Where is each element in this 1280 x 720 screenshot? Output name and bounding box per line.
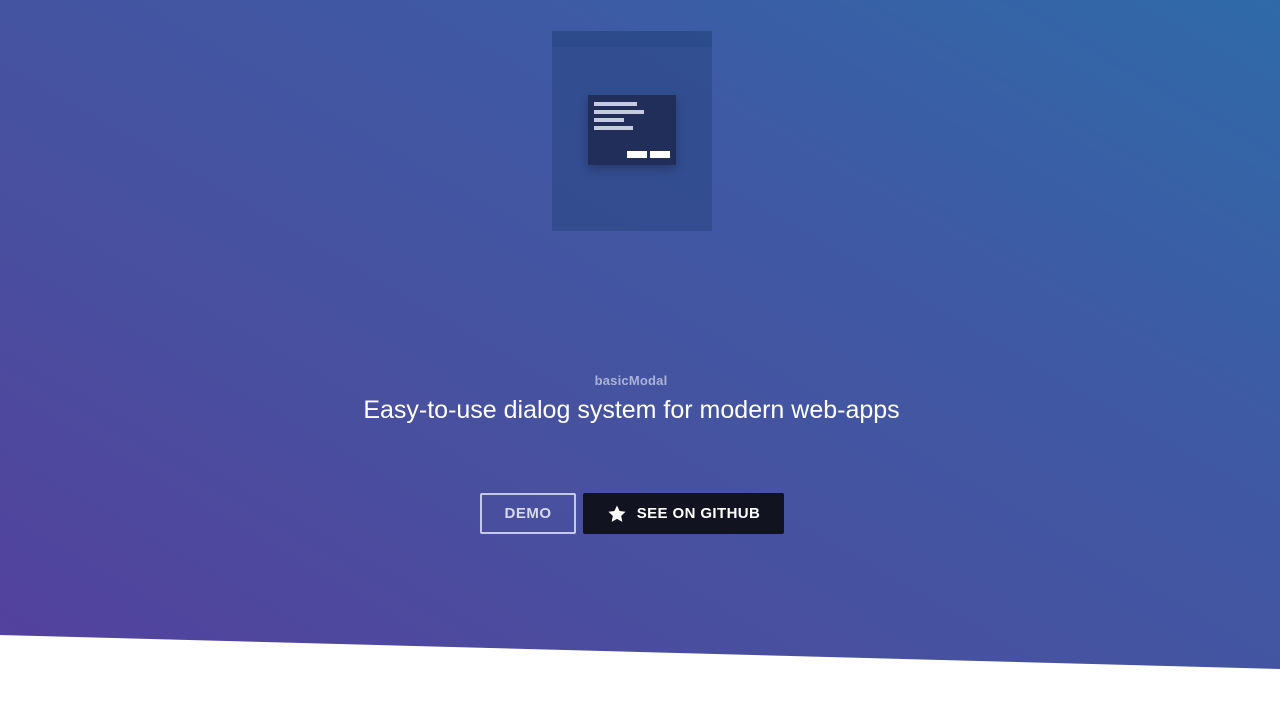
illustration-button (650, 151, 670, 158)
illustration-text-line (594, 110, 644, 114)
illustration-text-line (594, 118, 624, 122)
illustration-dialog (588, 95, 676, 165)
modal-illustration (552, 31, 712, 231)
app-name: basicModal (594, 373, 668, 388)
star-icon (607, 504, 627, 524)
demo-button[interactable]: DEMO (480, 493, 576, 534)
illustration-text-line (594, 102, 637, 106)
illustration-text-line (594, 126, 633, 130)
github-button[interactable]: SEE ON GITHUB (583, 493, 784, 534)
illustration-button (627, 151, 647, 158)
demo-button-label: DEMO (504, 505, 552, 522)
illustration-window-bar (552, 31, 712, 47)
github-button-label: SEE ON GITHUB (636, 505, 761, 522)
page-tagline: Easy-to-use dialog system for modern web… (363, 396, 900, 424)
